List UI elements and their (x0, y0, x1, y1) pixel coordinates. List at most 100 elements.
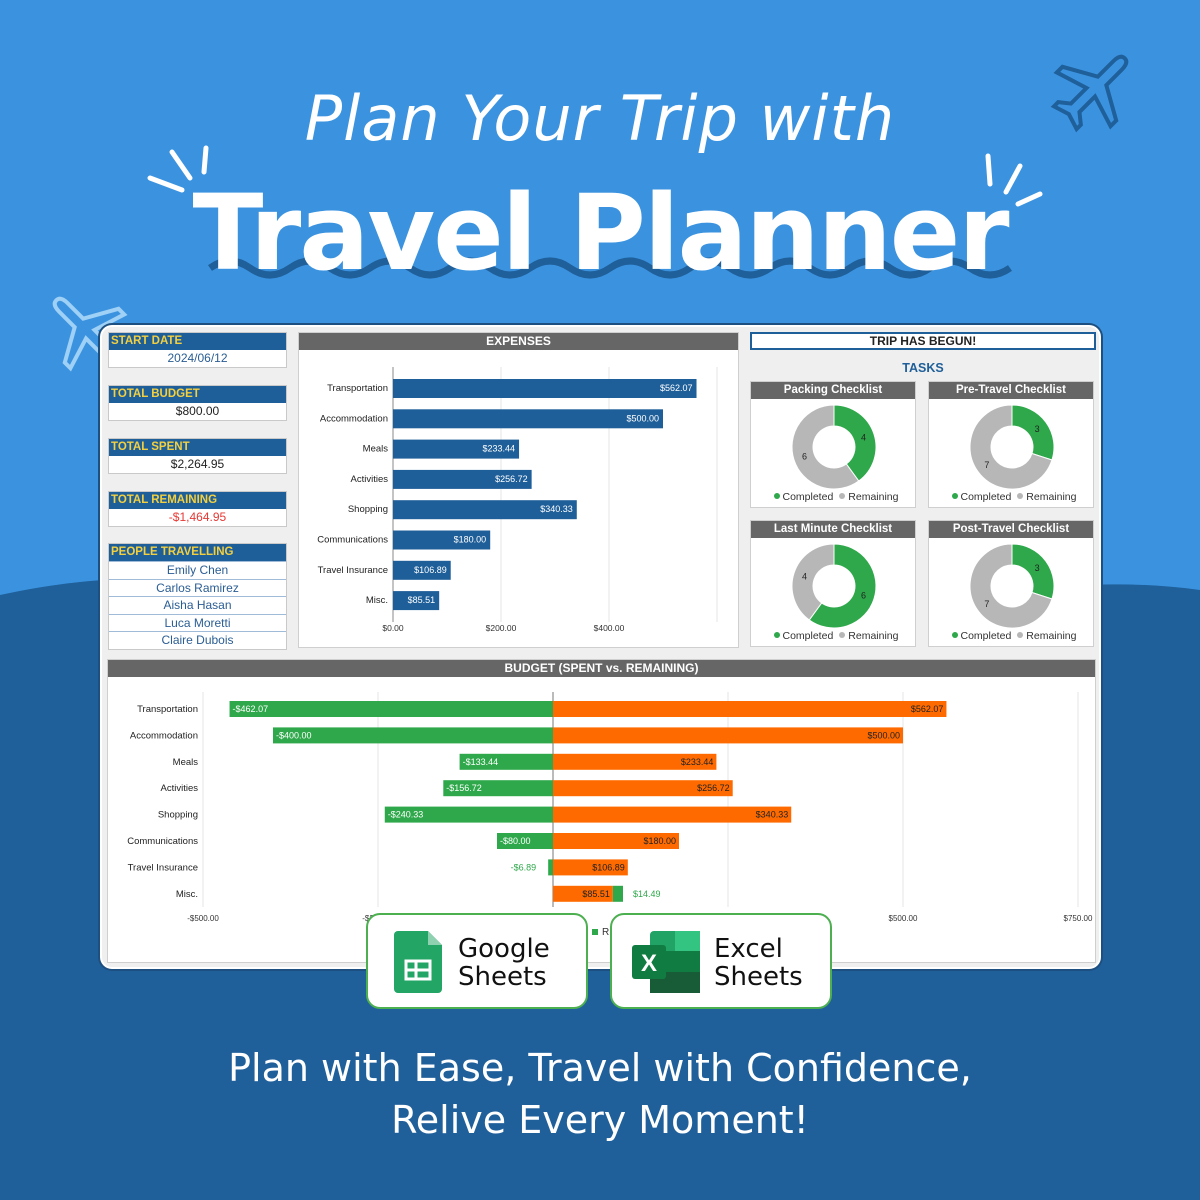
donut-label-remaining: 4 (802, 571, 807, 581)
expenses-chart: EXPENSES $0.00 $200.00 $400.00 Transportati… (298, 332, 739, 648)
total-remaining-box: TOTAL REMAINING -$1,464.95 (108, 491, 287, 527)
category-label: Travel Insurance (128, 862, 198, 873)
excel-line1: Excel (714, 934, 783, 964)
donut-slice-completed (1011, 543, 1055, 600)
dashboard-preview: START DATE 2024/06/12 TOTAL BUDGET $800.… (100, 325, 1101, 969)
remaining-value-label: -$240.33 (388, 810, 424, 820)
donut-label-completed: 3 (1035, 424, 1040, 434)
subtitle: Plan Your Trip with (304, 82, 896, 155)
task-card: Last Minute Checklist Completed Remaining… (750, 520, 916, 647)
remaining-bar (612, 885, 623, 902)
legend-remaining: Remaining (848, 630, 899, 642)
category-label: Transportation (137, 704, 198, 715)
total-spent-box: TOTAL SPENT $2,264.95 (108, 438, 287, 474)
task-card: Post-Travel Checklist Completed Remaining… (928, 520, 1094, 647)
remaining-dot (1017, 632, 1024, 638)
bar-value-label: $500.00 (626, 413, 659, 423)
bar-value-label: $340.33 (540, 504, 573, 514)
donut-label-remaining: 7 (984, 599, 989, 609)
category-label: Activities (351, 474, 389, 485)
remaining-value-label: -$462.07 (233, 704, 269, 714)
person-name: Aisha Hasan (109, 596, 286, 614)
excel-icon: X (632, 931, 700, 993)
remaining-value-label: -$80.00 (500, 836, 531, 846)
completed-dot (773, 493, 780, 499)
status-banner: TRIP HAS BEGUN! (750, 332, 1096, 350)
spent-value-label: $85.51 (582, 889, 610, 899)
budget-title: BUDGET (SPENT vs. REMAINING) (108, 660, 1095, 677)
remaining-value-label: -$6.89 (511, 862, 537, 872)
remaining-value-label: -$156.72 (446, 783, 482, 793)
category-label: Accommodation (130, 730, 198, 741)
donut-label-remaining: 6 (802, 452, 807, 462)
completed-dot (773, 632, 780, 638)
remaining-bar (273, 727, 553, 744)
donut-label-completed: 6 (861, 591, 866, 601)
task-card-title: Pre-Travel Checklist (929, 382, 1093, 399)
google-line1: Google (458, 934, 550, 964)
x-tick-label: $750.00 (1064, 914, 1093, 923)
budget-chart: BUDGET (SPENT vs. REMAINING) -$500.00 -$2… (107, 659, 1096, 963)
category-label: Misc. (366, 595, 388, 606)
donut-legend: Completed Remaining (929, 491, 1093, 503)
category-label: Activities (161, 783, 199, 794)
remaining-bar (548, 859, 553, 876)
google-line2: Sheets (458, 962, 547, 992)
donut-chart: 37 (969, 404, 1055, 490)
legend-remaining: Remaining (1026, 630, 1077, 642)
spent-bar (553, 701, 947, 717)
remaining-bar (229, 701, 553, 717)
category-label: Transportation (327, 383, 388, 394)
start-date-value: 2024/06/12 (167, 351, 228, 365)
remaining-value-label: -$400.00 (276, 730, 312, 740)
legend-remaining: Remaining (848, 491, 899, 503)
donut-legend: Completed Remaining (929, 630, 1093, 642)
spent-value-label: $256.72 (697, 783, 730, 793)
page-title: Travel Planner (192, 172, 1009, 294)
start-date-label: START DATE (109, 333, 286, 350)
task-card-title: Packing Checklist (751, 382, 915, 399)
tagline: Plan with Ease, Travel with Confidence, … (0, 1042, 1200, 1146)
completed-dot (951, 493, 958, 499)
svg-text:X: X (641, 950, 657, 977)
x-tick-label: $400.00 (594, 623, 625, 633)
spent-value-label: $562.07 (911, 704, 944, 714)
task-card-title: Last Minute Checklist (751, 521, 915, 538)
legend-completed: Completed (960, 630, 1012, 642)
tagline-line2: Relive Every Moment! (391, 1098, 809, 1142)
donut-legend: Completed Remaining (751, 630, 915, 642)
donut-chart: 64 (791, 543, 877, 629)
expenses-svg: $0.00 $200.00 $400.00 Transportation $562.07… (317, 367, 718, 633)
total-spent-label: TOTAL SPENT (109, 439, 286, 456)
excel-badge[interactable]: X Excel Sheets (610, 913, 832, 1009)
google-sheets-icon (394, 931, 442, 993)
donut-chart: 37 (969, 543, 1055, 629)
category-label: Communications (127, 836, 198, 847)
donut-label-completed: 3 (1035, 563, 1040, 573)
remaining-dot (839, 493, 846, 499)
x-tick-label: $0.00 (382, 623, 404, 633)
legend-completed: Completed (782, 630, 834, 642)
total-remaining-label: TOTAL REMAINING (109, 492, 286, 509)
bar-value-label: $85.51 (408, 595, 436, 605)
remaining-dot (839, 632, 846, 638)
tasks-title: TASKS (902, 361, 944, 375)
legend-swatch (592, 929, 598, 935)
x-tick-label: -$500.00 (187, 914, 219, 923)
total-budget-label: TOTAL BUDGET (109, 386, 286, 403)
google-sheets-badge[interactable]: Google Sheets (366, 913, 588, 1009)
legend-label: R (602, 927, 609, 938)
category-label: Misc. (176, 889, 198, 900)
start-date-box: START DATE 2024/06/12 (108, 332, 287, 368)
remaining-value-label: -$133.44 (463, 757, 499, 767)
completed-dot (951, 632, 958, 638)
category-label: Shopping (348, 504, 388, 515)
donut-slice-completed (1011, 404, 1055, 461)
spent-value-label: $180.00 (643, 836, 676, 846)
spent-bar (553, 727, 903, 744)
donut-legend: Completed Remaining (751, 491, 915, 503)
x-tick-label: $500.00 (889, 914, 918, 923)
spent-value-label: $106.89 (592, 862, 625, 872)
remaining-value-label: $14.49 (633, 889, 661, 899)
expenses-title: EXPENSES (299, 333, 738, 350)
